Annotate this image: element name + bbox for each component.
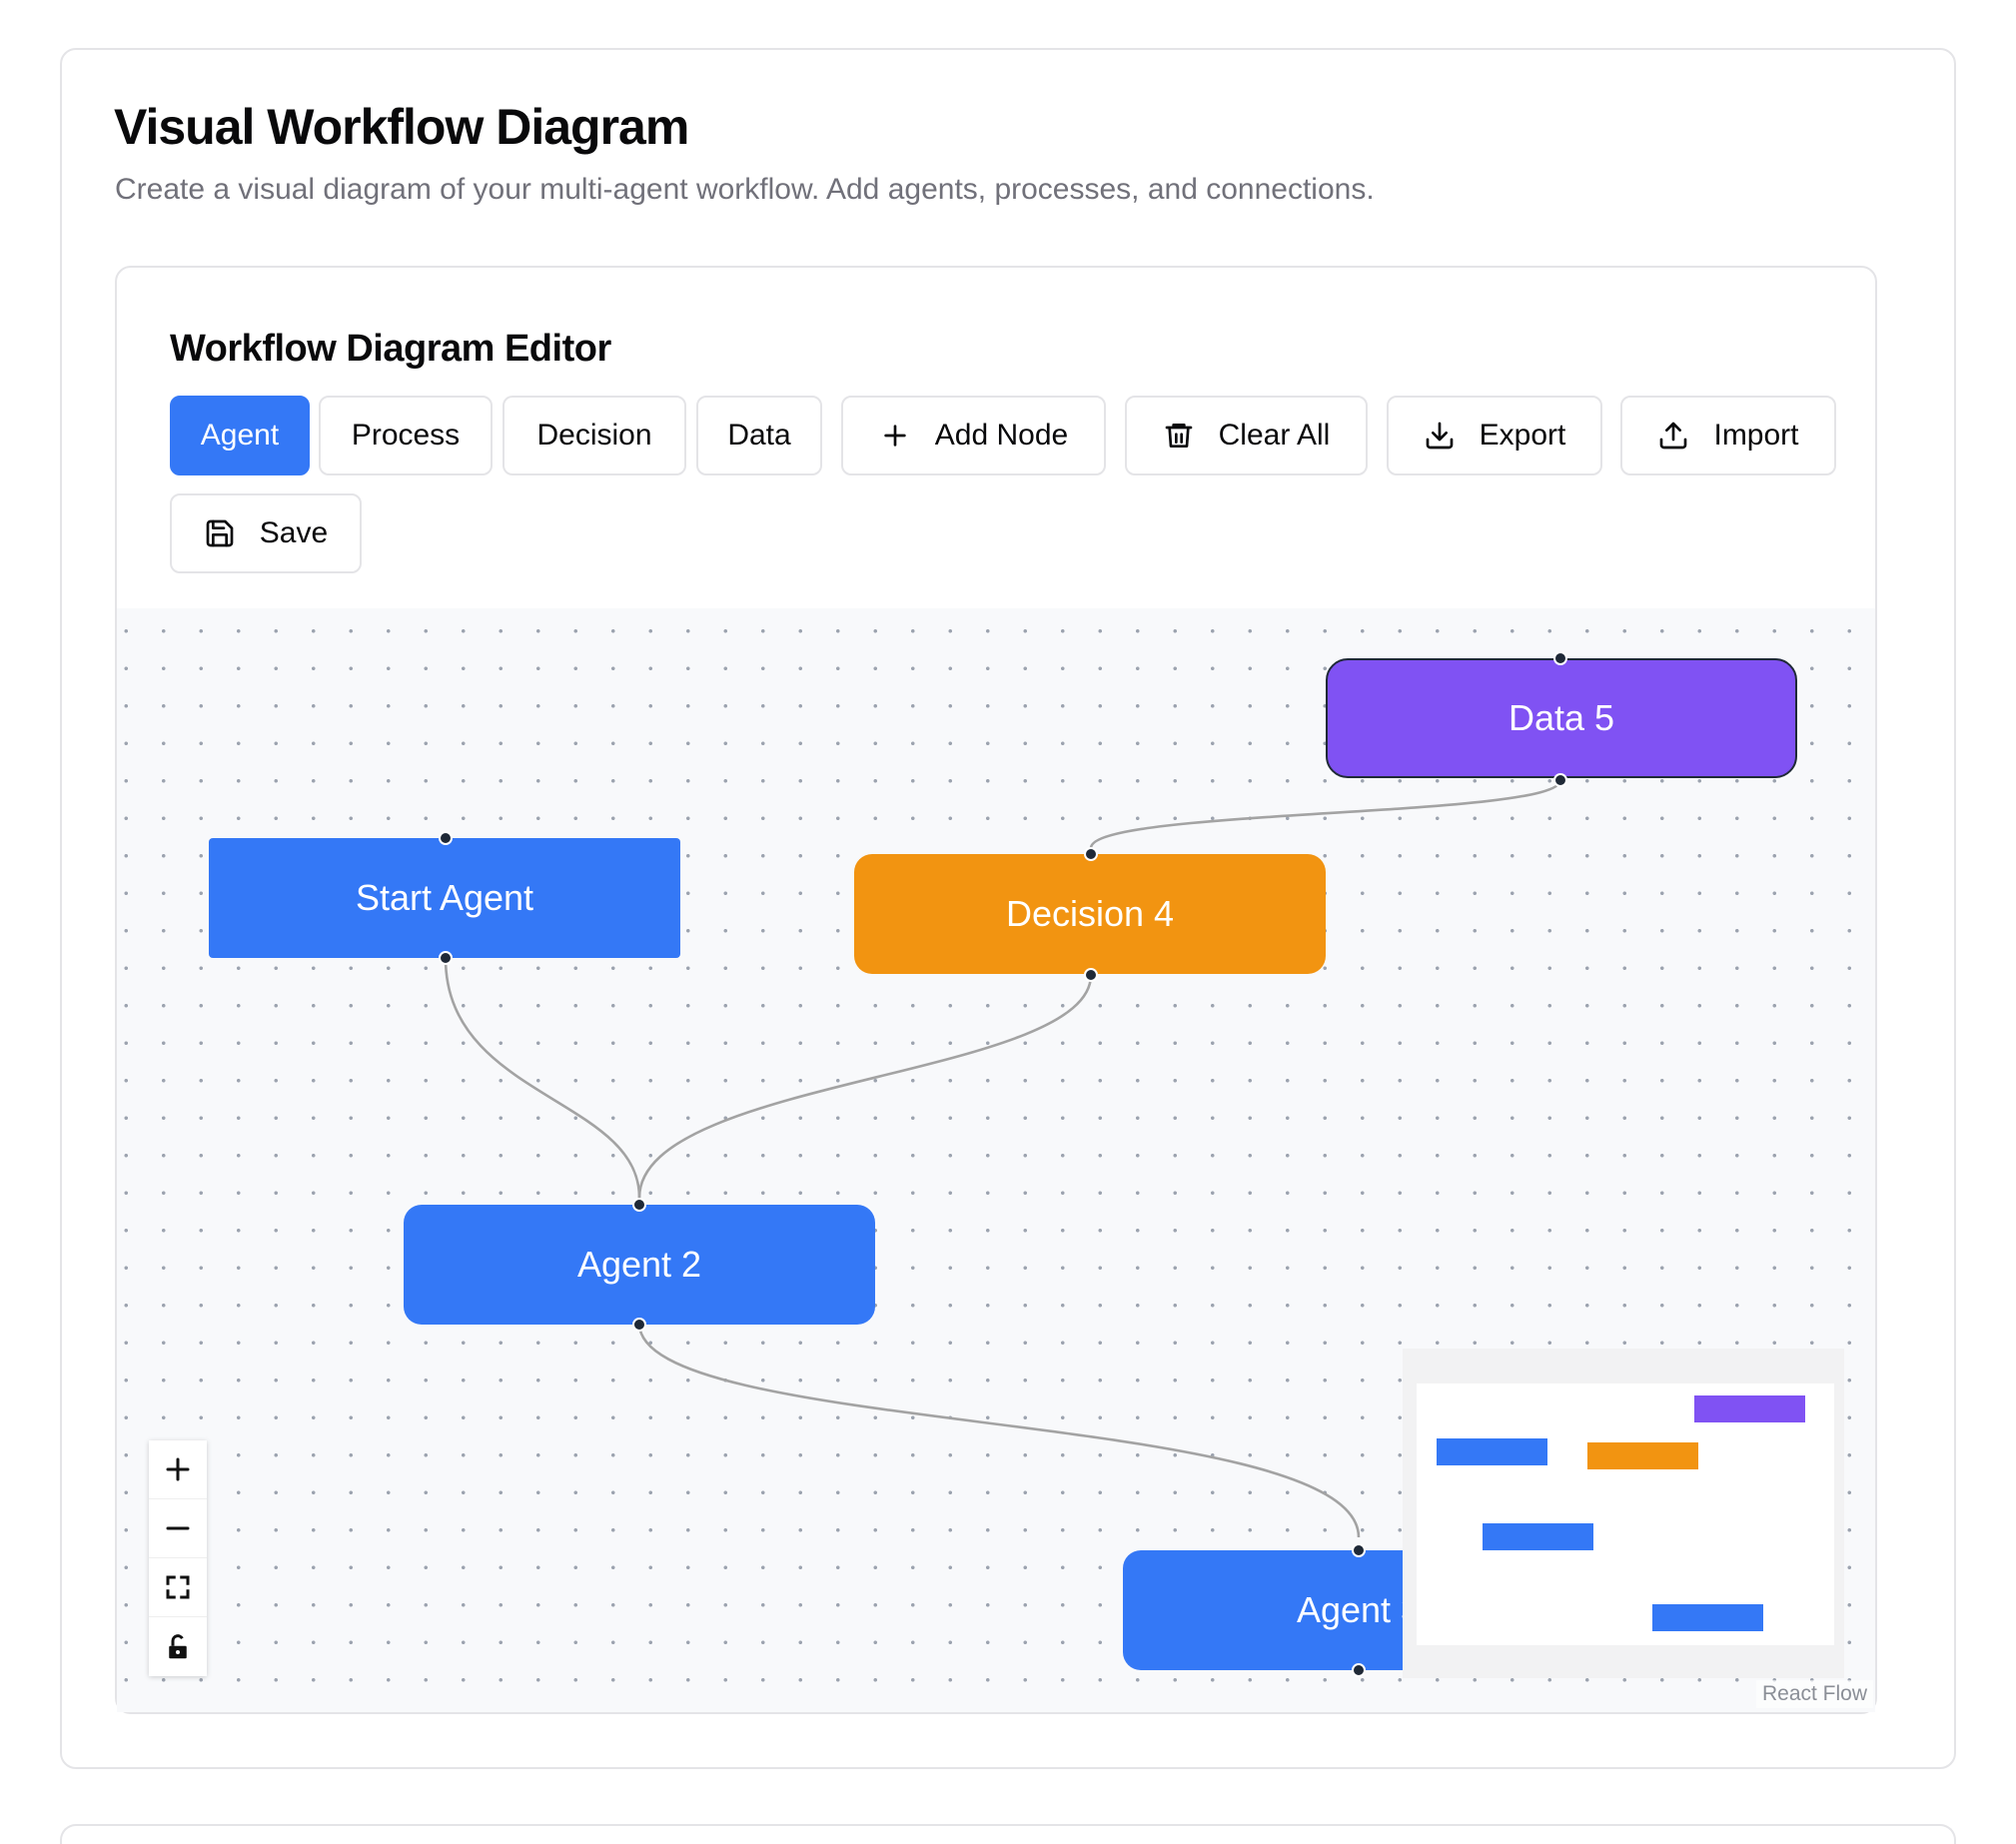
node-type-agent-label: Agent (200, 419, 280, 452)
next-section-card (60, 1824, 1956, 1844)
plus-icon (884, 425, 906, 447)
node-type-decision-label: Decision (536, 419, 652, 452)
node-data5-label: Data 5 (1508, 697, 1615, 738)
node-start-agent-source-handle[interactable] (439, 951, 453, 965)
node-decision4-label: Decision 4 (1005, 893, 1175, 934)
unlock-icon (169, 1633, 187, 1658)
page-title: Visual Workflow Diagram (114, 99, 689, 155)
minimap-node-data5 (1694, 1395, 1805, 1422)
fit-view-button[interactable] (149, 1558, 207, 1617)
node-type-data-label: Data (727, 419, 791, 452)
node-agent3-source-handle[interactable] (1352, 1663, 1366, 1677)
trash-icon (1165, 424, 1192, 448)
node-agent2[interactable]: Agent 2 (404, 1205, 875, 1325)
editor-title: Workflow Diagram Editor (170, 328, 611, 370)
import-button[interactable]: Import (1620, 396, 1836, 475)
edge-decision4-to-agent2[interactable] (637, 974, 1093, 1199)
zoom-controls (149, 1440, 207, 1676)
node-data5[interactable]: Data 5 (1326, 658, 1797, 778)
react-flow-attribution[interactable]: React Flow (1755, 1680, 1873, 1708)
node-decision4-source-handle[interactable] (1084, 968, 1098, 982)
node-type-agent-button[interactable]: Agent (170, 396, 310, 475)
export-button[interactable]: Export (1387, 396, 1602, 475)
node-agent3-target-handle[interactable] (1352, 1543, 1366, 1557)
node-start-agent-label: Start Agent (355, 877, 534, 918)
node-type-decision-button[interactable]: Decision (503, 396, 686, 475)
minimap-viewport (1417, 1383, 1834, 1645)
zoom-out-button[interactable] (149, 1499, 207, 1558)
page-subtitle: Create a visual diagram of your multi-ag… (115, 173, 1375, 206)
edge-data5-to-decision4[interactable] (1089, 779, 1562, 849)
node-agent2-target-handle[interactable] (632, 1198, 646, 1212)
minimap-node-start-agent (1437, 1438, 1547, 1465)
minimap-node-agent2 (1483, 1523, 1593, 1550)
save-label: Save (259, 516, 329, 549)
node-start-agent-target-handle[interactable] (439, 831, 453, 845)
minimap-node-agent3 (1652, 1604, 1763, 1631)
node-decision4[interactable]: Decision 4 (854, 854, 1326, 974)
minus-icon (166, 1526, 190, 1530)
upload-icon (1660, 422, 1687, 450)
import-label: Import (1713, 419, 1799, 452)
save-icon (206, 519, 234, 547)
node-decision4-target-handle[interactable] (1084, 847, 1098, 861)
node-data5-source-handle[interactable] (1553, 773, 1567, 787)
node-type-process-label: Process (351, 419, 461, 452)
node-agent2-source-handle[interactable] (632, 1318, 646, 1332)
diagram-canvas[interactable]: Data 5 Start Agent Decision 4 Agent 2 Ag… (117, 608, 1875, 1712)
node-data5-target-handle[interactable] (1553, 651, 1567, 665)
add-node-label: Add Node (934, 419, 1069, 452)
plus-icon (166, 1457, 190, 1481)
minimap[interactable] (1403, 1349, 1844, 1678)
edge-agent2-to-agent3[interactable] (637, 1323, 1361, 1538)
download-icon (1426, 422, 1453, 450)
zoom-in-button[interactable] (149, 1440, 207, 1499)
node-type-data-button[interactable]: Data (696, 396, 822, 475)
save-button[interactable]: Save (170, 493, 362, 573)
edge-start-to-agent2[interactable] (444, 957, 641, 1199)
lock-button[interactable] (149, 1617, 207, 1676)
node-start-agent[interactable]: Start Agent (209, 838, 680, 958)
node-type-process-button[interactable]: Process (319, 396, 493, 475)
fit-view-icon (166, 1575, 190, 1599)
clear-all-label: Clear All (1218, 419, 1331, 452)
add-node-button[interactable]: Add Node (841, 396, 1106, 475)
export-label: Export (1479, 419, 1566, 452)
node-agent2-label: Agent 2 (576, 1244, 702, 1285)
clear-all-button[interactable]: Clear All (1125, 396, 1368, 475)
minimap-node-decision4 (1587, 1442, 1698, 1469)
